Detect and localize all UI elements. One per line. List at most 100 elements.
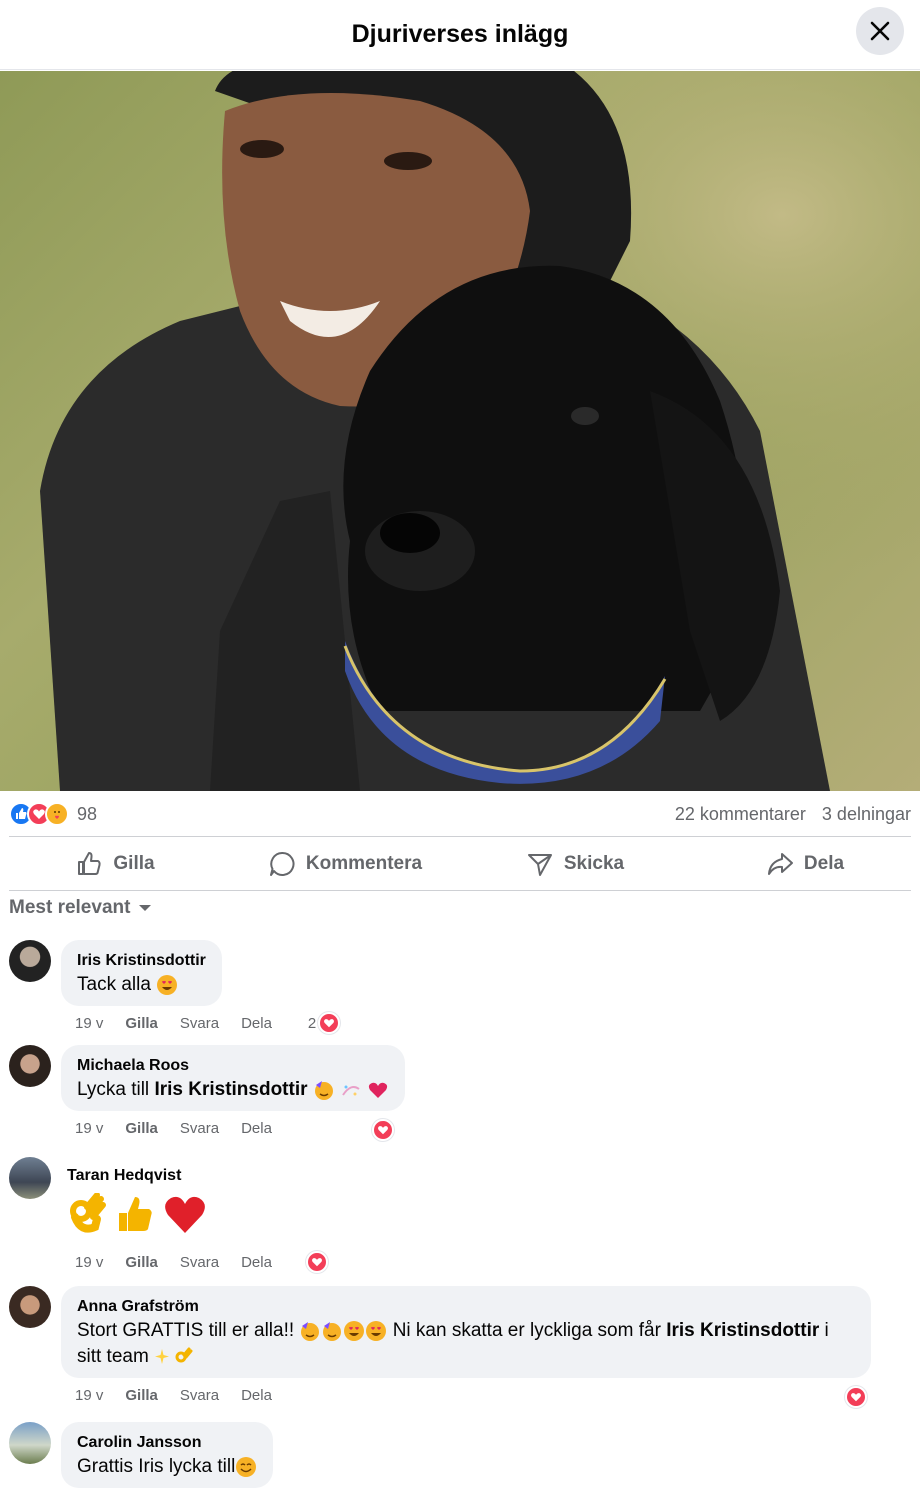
comment-text: Stort GRATTIS till er alla!! Ni kan skat… bbox=[77, 1318, 855, 1370]
heart-eyes-emoji-icon bbox=[366, 1320, 387, 1341]
comment-text-content: Tack alla bbox=[77, 974, 151, 995]
red-heart-emoji-icon bbox=[369, 1082, 388, 1098]
comment-time[interactable]: 19 v bbox=[75, 1387, 103, 1404]
comment-time[interactable]: 19 v bbox=[75, 1120, 103, 1137]
smiling-face-emoji-icon bbox=[236, 1456, 257, 1477]
comment-share-button[interactable]: Dela bbox=[241, 1015, 272, 1032]
sort-label: Mest relevant bbox=[9, 897, 131, 918]
comment: Iris Kristinsdottir Tack alla bbox=[9, 940, 222, 1006]
share-icon bbox=[767, 853, 793, 875]
send-icon bbox=[527, 854, 552, 876]
comment-bubble: Anna Grafström Stort GRATTIS till er all… bbox=[61, 1286, 871, 1378]
comment-author[interactable]: Michaela Roos bbox=[77, 1055, 389, 1077]
comment-text-content: Lycka till bbox=[77, 1079, 150, 1100]
reaction-count[interactable]: 98 bbox=[77, 804, 97, 825]
post-stats: 98 22 kommentarer 3 delningar bbox=[0, 792, 920, 836]
comment-author[interactable]: Carolin Jansson bbox=[77, 1432, 257, 1454]
heart-icon[interactable] bbox=[318, 1012, 341, 1034]
comment-reply-button[interactable]: Svara bbox=[180, 1120, 219, 1137]
comment-reaction-count[interactable]: 2 bbox=[308, 1015, 316, 1032]
heart-eyes-emoji-icon bbox=[157, 974, 178, 995]
thumbs-up-emoji-icon bbox=[119, 1197, 152, 1231]
comment-meta: 19 v Gilla Svara Dela bbox=[75, 1387, 294, 1404]
avatar[interactable] bbox=[9, 1286, 51, 1328]
comment-label: Kommentera bbox=[305, 853, 423, 874]
comment-time[interactable]: 19 v bbox=[75, 1015, 103, 1032]
comment: Michaela Roos Lycka till Iris Kristinsdo… bbox=[9, 1045, 406, 1111]
comment-text-content: i bbox=[824, 1320, 829, 1341]
party-face-emoji-icon bbox=[323, 1321, 342, 1341]
comment-text: Grattis Iris lycka till bbox=[77, 1454, 257, 1480]
divider bbox=[9, 890, 911, 891]
party-face-emoji-icon bbox=[301, 1321, 320, 1341]
shares-count[interactable]: 3 delningar bbox=[822, 804, 911, 825]
page-title: Djuriverses inlägg bbox=[351, 20, 569, 48]
comment: Carolin Jansson Grattis Iris lycka till bbox=[9, 1422, 274, 1488]
comment-reply-button[interactable]: Svara bbox=[180, 1015, 219, 1032]
comment-text-content: Ni kan skatta er lyckliga som får bbox=[392, 1320, 661, 1341]
like-label: Gilla bbox=[113, 853, 155, 874]
comment-bubble: Carolin Jansson Grattis Iris lycka till bbox=[61, 1422, 274, 1488]
comment-like-button[interactable]: Gilla bbox=[125, 1254, 158, 1271]
comment-meta: 19 v Gilla Svara Dela 2 bbox=[75, 1012, 362, 1034]
like-button[interactable]: Gilla bbox=[0, 838, 230, 890]
comment-mention[interactable]: Iris Kristinsdottir bbox=[666, 1320, 819, 1341]
comment: Anna Grafström Stort GRATTIS till er all… bbox=[9, 1286, 871, 1378]
comment-button[interactable]: Kommentera bbox=[230, 838, 460, 890]
post-header: Djuriverses inlägg bbox=[0, 0, 920, 70]
comment-author[interactable]: Taran Hedqvist bbox=[67, 1165, 207, 1187]
comment-share-button[interactable]: Dela bbox=[241, 1120, 272, 1137]
comment-like-button[interactable]: Gilla bbox=[125, 1387, 158, 1404]
heart-icon[interactable] bbox=[845, 1386, 867, 1408]
comment-bubble: Michaela Roos Lycka till Iris Kristinsdo… bbox=[61, 1045, 406, 1111]
heart-icon[interactable] bbox=[305, 1251, 328, 1273]
comment-reply-button[interactable]: Svara bbox=[180, 1254, 219, 1271]
comment-like-button[interactable]: Gilla bbox=[125, 1120, 158, 1137]
avatar[interactable] bbox=[9, 1422, 51, 1464]
comment: Taran Hedqvist bbox=[9, 1157, 213, 1243]
post-photo[interactable] bbox=[0, 71, 920, 791]
comment-text: Lycka till Iris Kristinsdottir bbox=[77, 1077, 389, 1103]
care-reaction-icon bbox=[45, 802, 69, 826]
comment-mention[interactable]: Iris Kristinsdottir bbox=[154, 1079, 307, 1100]
heart-eyes-emoji-icon bbox=[344, 1320, 365, 1341]
avatar[interactable] bbox=[9, 940, 51, 982]
ok-hand-emoji-icon bbox=[70, 1193, 106, 1233]
comment-meta: 19 v Gilla Svara Dela bbox=[75, 1120, 294, 1137]
confetti-emoji-icon bbox=[342, 1085, 360, 1096]
thumbs-up-icon bbox=[78, 852, 101, 875]
sparkles-emoji-icon bbox=[155, 1348, 170, 1364]
post-actions: Gilla Kommentera Skicka Dela bbox=[0, 838, 920, 890]
comment-icon bbox=[269, 851, 295, 876]
ok-hand-emoji-icon bbox=[175, 1347, 193, 1363]
comment-share-button[interactable]: Dela bbox=[241, 1254, 272, 1271]
comment-text-content: Stort GRATTIS till er alla!! bbox=[77, 1320, 295, 1341]
red-heart-emoji-icon bbox=[165, 1196, 205, 1233]
comment-share-button[interactable]: Dela bbox=[241, 1387, 272, 1404]
close-icon bbox=[870, 21, 890, 41]
comment-meta: 19 v Gilla Svara Dela bbox=[75, 1251, 350, 1273]
photo-illustration bbox=[0, 71, 920, 791]
divider bbox=[9, 836, 911, 837]
comment-bubble: Taran Hedqvist bbox=[61, 1157, 213, 1243]
comment-emoji-row bbox=[67, 1193, 207, 1235]
comment-bubble: Iris Kristinsdottir Tack alla bbox=[61, 940, 222, 1006]
close-button[interactable] bbox=[856, 7, 904, 55]
heart-icon[interactable] bbox=[372, 1119, 394, 1141]
comment-text-content: sitt team bbox=[77, 1346, 149, 1367]
comment-like-button[interactable]: Gilla bbox=[125, 1015, 158, 1032]
comments-count[interactable]: 22 kommentarer bbox=[675, 804, 806, 825]
comment-sort-dropdown[interactable]: Mest relevant bbox=[9, 897, 152, 919]
comment-author[interactable]: Iris Kristinsdottir bbox=[77, 950, 206, 972]
avatar[interactable] bbox=[9, 1045, 51, 1087]
share-button[interactable]: Dela bbox=[690, 838, 920, 890]
send-button[interactable]: Skicka bbox=[460, 838, 690, 890]
reactions-summary[interactable] bbox=[9, 802, 69, 826]
comment-text: Tack alla bbox=[77, 972, 206, 998]
comment-time[interactable]: 19 v bbox=[75, 1254, 103, 1271]
comment-reply-button[interactable]: Svara bbox=[180, 1387, 219, 1404]
share-label: Dela bbox=[803, 853, 845, 874]
comment-author[interactable]: Anna Grafström bbox=[77, 1296, 855, 1318]
avatar[interactable] bbox=[9, 1157, 51, 1199]
party-face-emoji-icon bbox=[314, 1080, 333, 1100]
